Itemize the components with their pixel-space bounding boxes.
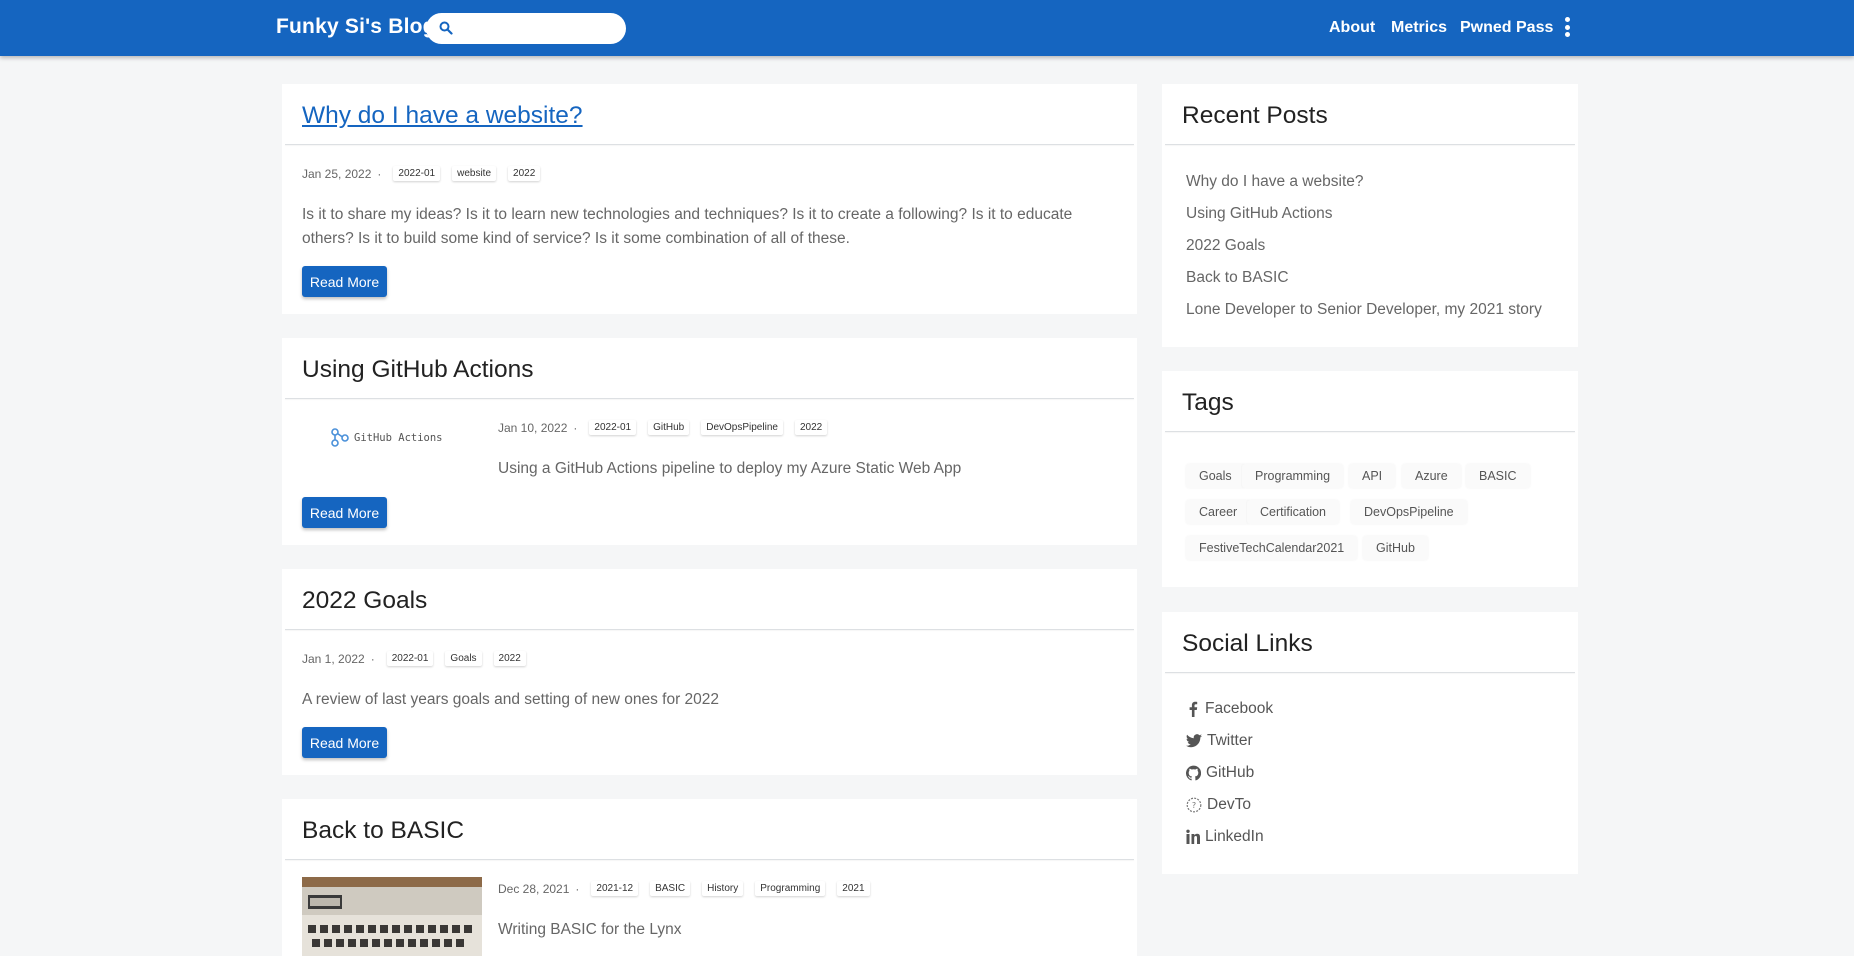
post-date: Jan 1, 2022 xyxy=(302,651,365,666)
social-link-devto[interactable]: ? DevTo xyxy=(1186,796,1251,814)
search-input[interactable] xyxy=(426,13,626,44)
facebook-icon xyxy=(1189,701,1198,717)
recent-post-link[interactable]: 2022 Goals xyxy=(1186,237,1265,255)
social-link-linkedin[interactable]: LinkedIn xyxy=(1186,828,1264,846)
tag-chip[interactable]: Career xyxy=(1186,500,1251,524)
post-card: 2022 Goals Jan 1, 2022 · 2022-01 Goals 20… xyxy=(282,569,1137,775)
post-card: Using GitHub Actions GitHub Actions Jan … xyxy=(282,338,1137,545)
recent-posts-widget: Recent Posts Why do I have a website? Us… xyxy=(1162,84,1578,347)
post-tag[interactable]: 2022-01 xyxy=(589,420,637,435)
search-icon xyxy=(439,21,453,35)
tags-widget: Tags Goals Programming API Azure BASIC C… xyxy=(1162,371,1578,587)
tag-chip[interactable]: DevOpsPipeline xyxy=(1351,500,1467,524)
thumbnail-caption: GitHub Actions xyxy=(354,432,443,444)
post-meta: Jan 25, 2022 · 2022-01 website 2022 xyxy=(302,166,552,181)
nav-link-pwned-pass[interactable]: Pwned Pass xyxy=(1460,19,1553,37)
social-label: Twitter xyxy=(1207,732,1253,749)
post-tag[interactable]: 2021 xyxy=(837,881,870,896)
social-label: LinkedIn xyxy=(1205,828,1264,845)
divider xyxy=(285,629,1134,630)
twitter-icon xyxy=(1186,734,1202,748)
nav-link-about[interactable]: About xyxy=(1329,19,1375,37)
tag-chip[interactable]: Certification xyxy=(1247,500,1339,524)
devto-icon: ? xyxy=(1186,797,1202,813)
post-title[interactable]: Using GitHub Actions xyxy=(302,356,534,384)
divider xyxy=(1165,672,1575,673)
social-links-widget: Social Links Facebook Twitter GitHub ? D… xyxy=(1162,612,1578,874)
read-more-button[interactable]: Read More xyxy=(302,727,387,758)
divider xyxy=(285,144,1134,145)
post-tag[interactable]: 2022-01 xyxy=(386,651,434,666)
post-tag[interactable]: 2022 xyxy=(493,651,526,666)
computer-image xyxy=(302,877,482,956)
post-description: Using a GitHub Actions pipeline to deplo… xyxy=(498,460,962,477)
recent-post-link[interactable]: Lone Developer to Senior Developer, my 2… xyxy=(1186,301,1542,319)
divider xyxy=(285,859,1134,860)
social-label: Facebook xyxy=(1205,700,1274,717)
social-link-github[interactable]: GitHub xyxy=(1186,764,1254,782)
post-title-link[interactable]: Why do I have a website? xyxy=(302,102,583,130)
post-tag[interactable]: GitHub xyxy=(648,420,690,435)
svg-text:?: ? xyxy=(1192,801,1196,810)
post-tag[interactable]: 2022 xyxy=(794,420,828,435)
post-description: A review of last years goals and setting… xyxy=(302,691,720,708)
tag-chip[interactable]: FestiveTechCalendar2021 xyxy=(1186,536,1358,560)
post-tag[interactable]: Goals xyxy=(445,651,482,666)
github-icon xyxy=(1186,765,1201,781)
divider xyxy=(1165,144,1575,145)
nav-link-metrics[interactable]: Metrics xyxy=(1391,19,1447,37)
recent-post-link[interactable]: Back to BASIC xyxy=(1186,269,1289,287)
post-meta: Jan 1, 2022 · 2022-01 Goals 2022 xyxy=(302,651,538,666)
post-date: Jan 25, 2022 xyxy=(302,166,372,181)
post-meta: Jan 10, 2022 · 2022-01 GitHub DevOpsPipel… xyxy=(498,420,839,435)
read-more-button[interactable]: Read More xyxy=(302,497,387,528)
post-tag[interactable]: Programming xyxy=(755,881,826,896)
tag-chip[interactable]: Programming xyxy=(1242,464,1344,488)
more-menu-icon[interactable] xyxy=(1562,17,1572,39)
github-actions-icon xyxy=(331,428,349,447)
tag-chip[interactable]: API xyxy=(1349,464,1396,488)
post-description: Writing BASIC for the Lynx xyxy=(498,921,682,938)
post-tag[interactable]: 2022 xyxy=(508,166,541,181)
widget-title: Social Links xyxy=(1182,630,1313,657)
top-navbar: Funky Si's Blog About Metrics Pwned Pass xyxy=(0,0,1854,56)
post-tag[interactable]: DevOpsPipeline xyxy=(701,420,783,435)
recent-post-link[interactable]: Using GitHub Actions xyxy=(1186,205,1332,223)
post-meta: Dec 28, 2021 · 2021-12 BASIC History Prog… xyxy=(498,881,882,896)
post-tag[interactable]: BASIC xyxy=(650,881,691,896)
tag-chip[interactable]: GitHub xyxy=(1363,536,1428,560)
post-date: Jan 10, 2022 xyxy=(498,420,568,435)
widget-title: Recent Posts xyxy=(1182,102,1328,129)
post-tag[interactable]: website xyxy=(452,166,497,181)
post-tag[interactable]: History xyxy=(702,881,744,896)
social-link-facebook[interactable]: Facebook xyxy=(1186,700,1273,718)
widget-title: Tags xyxy=(1182,389,1234,416)
read-more-button[interactable]: Read More xyxy=(302,266,387,297)
social-label: GitHub xyxy=(1206,764,1255,781)
divider xyxy=(285,398,1134,399)
social-label: DevTo xyxy=(1207,796,1251,813)
post-date: Dec 28, 2021 xyxy=(498,881,570,896)
post-title[interactable]: Back to BASIC xyxy=(302,817,464,845)
tag-chip[interactable]: BASIC xyxy=(1466,464,1530,488)
post-card: Why do I have a website? Jan 25, 2022 · 2… xyxy=(282,84,1137,314)
recent-post-link[interactable]: Why do I have a website? xyxy=(1186,173,1364,191)
post-thumbnail[interactable]: GitHub Actions xyxy=(330,428,443,448)
tag-chip[interactable]: Goals xyxy=(1186,464,1245,488)
post-tag[interactable]: 2021-12 xyxy=(591,881,639,896)
post-description: Is it to share my ideas? Is it to learn … xyxy=(302,206,1073,247)
post-card: Back to BASIC Dec 28, 2021 · 2021-12 BAS… xyxy=(282,799,1137,956)
social-link-twitter[interactable]: Twitter xyxy=(1186,732,1253,750)
divider xyxy=(1165,431,1575,432)
site-brand[interactable]: Funky Si's Blog xyxy=(276,15,436,39)
linkedin-icon xyxy=(1186,829,1200,844)
post-title[interactable]: 2022 Goals xyxy=(302,587,427,615)
post-thumbnail-lynx-computer[interactable] xyxy=(302,877,482,956)
tag-chip[interactable]: Azure xyxy=(1402,464,1461,488)
post-tag[interactable]: 2022-01 xyxy=(393,166,441,181)
